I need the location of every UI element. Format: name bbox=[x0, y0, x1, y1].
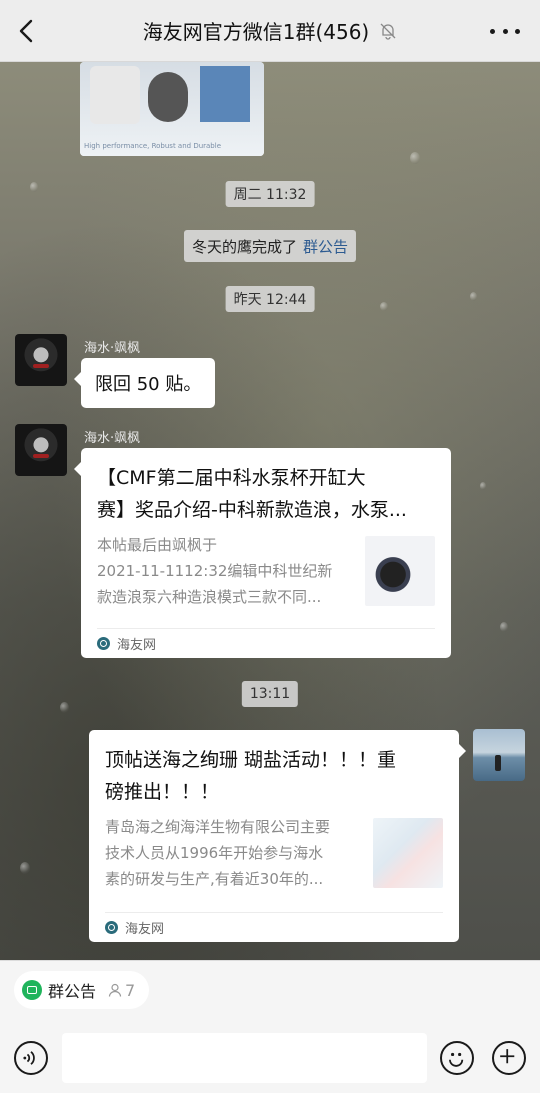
bell-off-icon bbox=[380, 23, 396, 40]
chevron-left-icon[interactable] bbox=[12, 16, 42, 46]
card-thumbnail bbox=[373, 818, 443, 888]
image-message[interactable]: High performance, Robust and Durable bbox=[80, 62, 264, 156]
source-logo-icon bbox=[105, 921, 118, 934]
plus-icon[interactable] bbox=[492, 1041, 526, 1075]
card-title: 【CMF第二届中科水泵杯开缸大 赛】奖品介绍-中科新款造浪，水泵... bbox=[97, 467, 407, 521]
person-icon bbox=[108, 983, 122, 997]
group-notice-button[interactable]: 群公告 7 bbox=[14, 971, 150, 1009]
chat-title[interactable]: 海友网官方微信1群(456) bbox=[143, 16, 370, 45]
card-source: 海友网 bbox=[105, 912, 443, 942]
card-source: 海友网 bbox=[97, 628, 435, 658]
sender-name: 海水·飒枫 bbox=[84, 341, 141, 356]
avatar[interactable] bbox=[473, 729, 525, 781]
voice-icon[interactable] bbox=[14, 1041, 48, 1075]
card-thumbnail bbox=[365, 536, 435, 606]
text-message[interactable]: 限回 50 贴。 bbox=[73, 358, 216, 408]
emoji-icon[interactable] bbox=[440, 1041, 474, 1075]
notice-count: 7 bbox=[108, 981, 135, 1000]
message-input[interactable] bbox=[62, 1033, 427, 1083]
chat-area[interactable]: High performance, Robust and Durable 周二 … bbox=[0, 62, 540, 960]
timestamp: 昨天 12:44 bbox=[225, 286, 315, 312]
timestamp: 13:11 bbox=[241, 681, 299, 707]
more-dots-icon[interactable] bbox=[490, 20, 520, 42]
source-logo-icon bbox=[97, 637, 110, 650]
timestamp: 周二 11:32 bbox=[225, 181, 315, 207]
card-description: 青岛海之绚海洋生物有限公司主要 技术人员从1996年开始参与海水 素的研发与生产… bbox=[105, 818, 331, 888]
chat-header: 海友网官方微信1群(456) bbox=[0, 0, 540, 62]
system-message-text: 冬天的鹰完成了 bbox=[191, 237, 297, 256]
avatar[interactable] bbox=[15, 334, 67, 386]
link-card[interactable]: 顶帖送海之绚珊 瑚盐活动！！！重 磅推出！！！ 青岛海之绚海洋生物有限公司主要 … bbox=[89, 730, 466, 942]
avatar[interactable] bbox=[15, 424, 67, 476]
card-title: 顶帖送海之绚珊 瑚盐活动！！！重 磅推出！！！ bbox=[105, 749, 397, 803]
sender-name: 海水·飒枫 bbox=[84, 431, 141, 446]
input-bar: 群公告 7 bbox=[0, 960, 540, 1093]
link-card[interactable]: 【CMF第二届中科水泵杯开缸大 赛】奖品介绍-中科新款造浪，水泵... 本帖最后… bbox=[74, 448, 451, 658]
image-caption: High performance, Robust and Durable bbox=[84, 142, 222, 150]
group-notice-icon bbox=[22, 980, 42, 1000]
card-description: 本帖最后由飒枫于 2021-11-1112:32编辑中科世纪新 款造浪泵六种造浪… bbox=[97, 536, 333, 606]
group-notice-link[interactable]: 群公告 bbox=[303, 236, 348, 257]
group-notice-label: 群公告 bbox=[48, 982, 97, 1001]
system-message: 冬天的鹰完成了 群公告 bbox=[183, 230, 357, 262]
